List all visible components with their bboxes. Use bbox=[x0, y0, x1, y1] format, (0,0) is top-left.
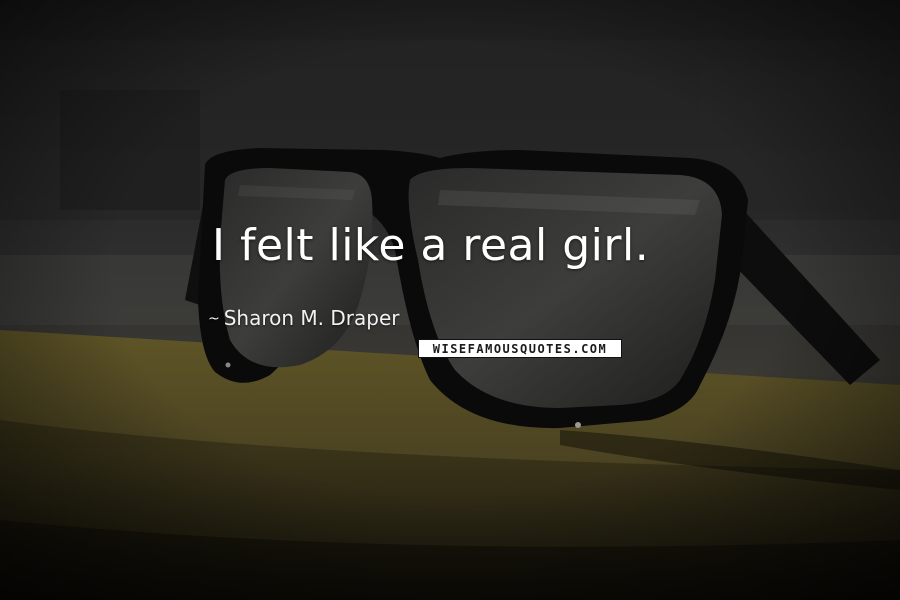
author-line: ~ Sharon M. Draper bbox=[208, 306, 400, 330]
quote-text: I felt like a real girl. bbox=[212, 220, 650, 271]
author-prefix: ~ bbox=[208, 311, 220, 327]
sunglasses-image bbox=[0, 0, 900, 600]
watermark-logo: WISEFAMOUSQUOTES.COM bbox=[418, 339, 622, 358]
quote-card: I felt like a real girl. ~ Sharon M. Drap… bbox=[0, 0, 900, 600]
author-name: Sharon M. Draper bbox=[223, 306, 400, 330]
